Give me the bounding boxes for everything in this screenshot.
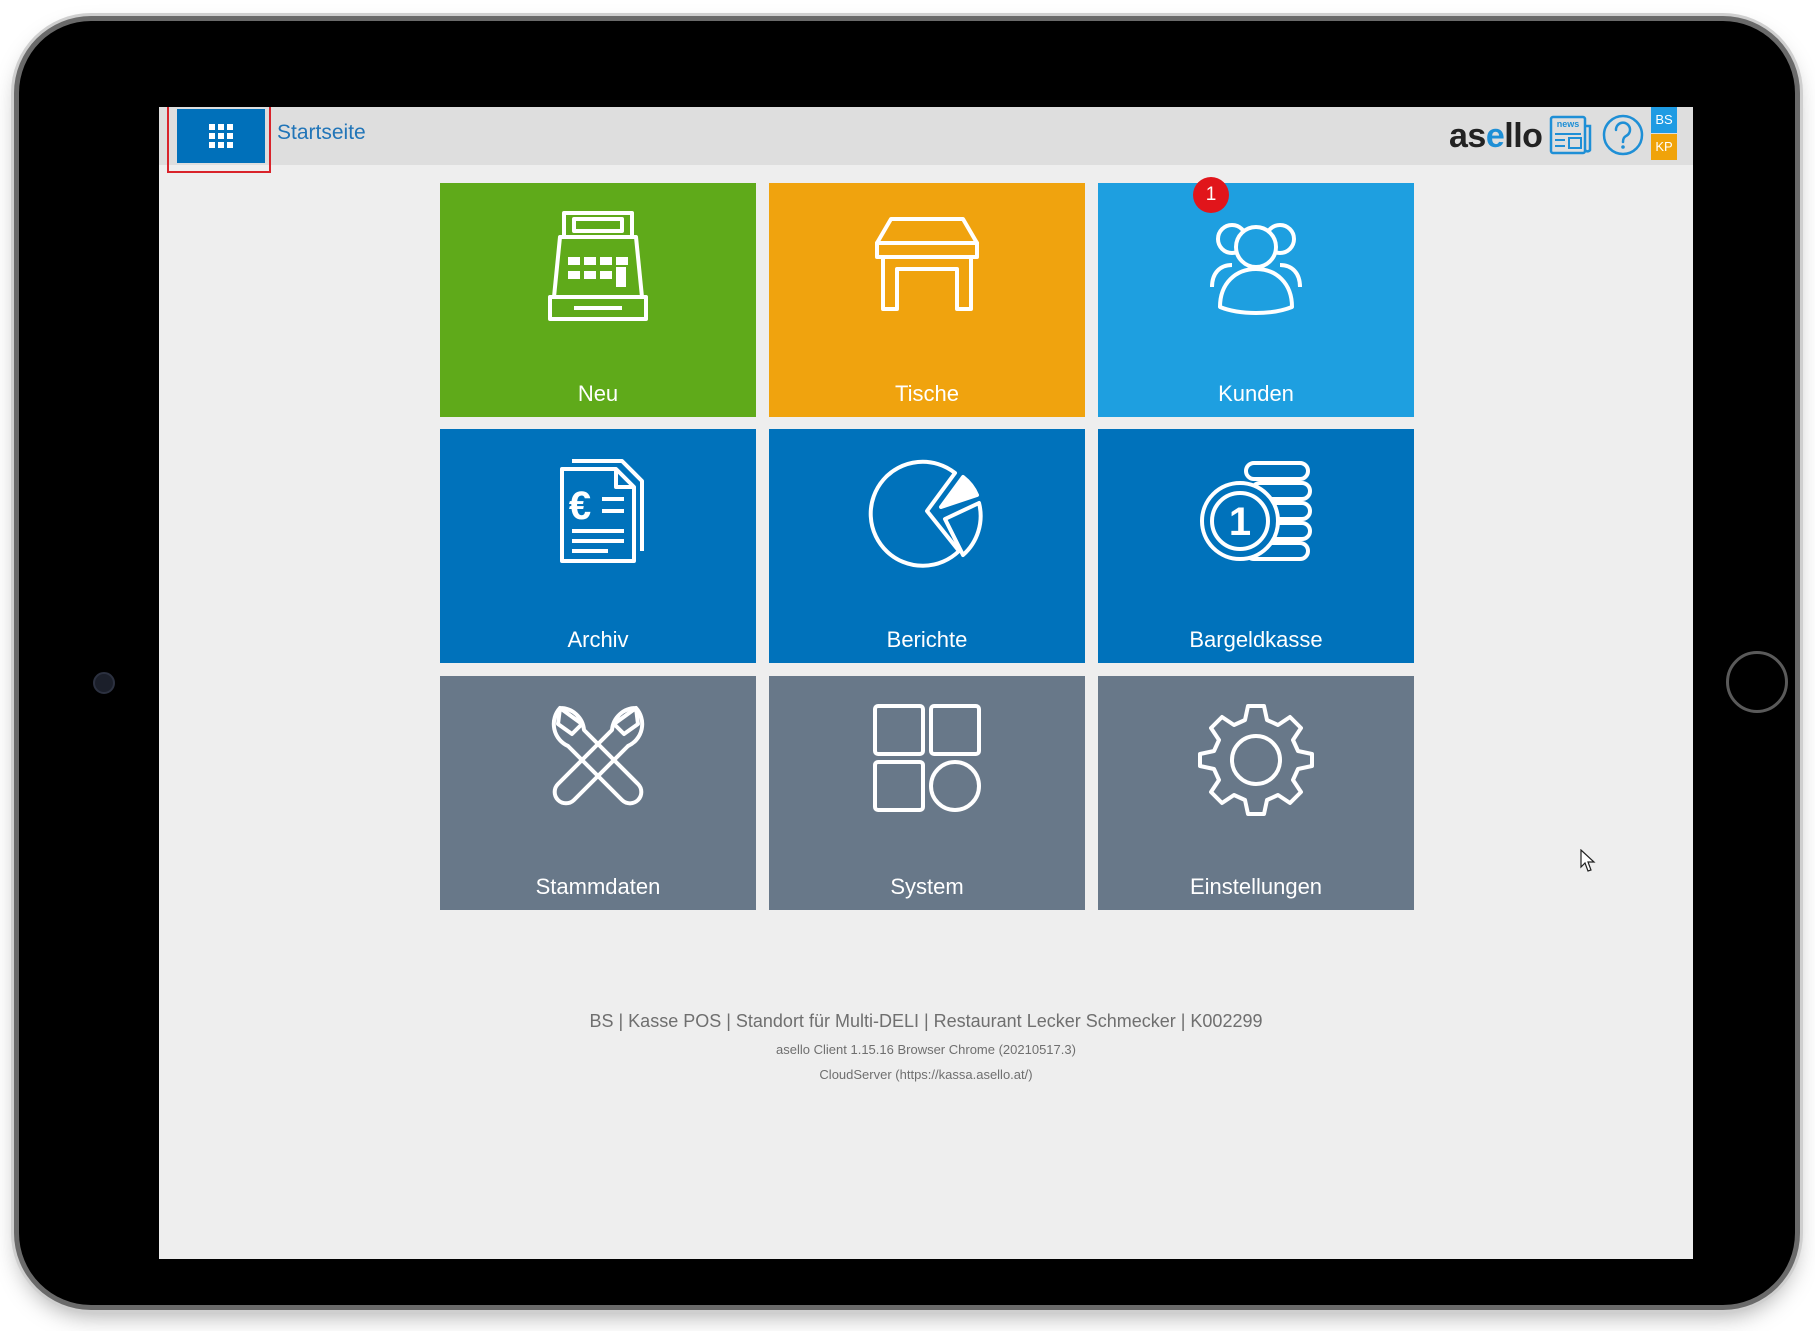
- table-icon: [875, 217, 979, 311]
- register-badge[interactable]: KP: [1651, 134, 1677, 160]
- footer-server: CloudServer (https://kassa.asello.at/): [819, 1067, 1033, 1082]
- coins-icon: 1: [1200, 461, 1312, 561]
- tile-label: Einstellungen: [1189, 874, 1323, 899]
- tile-label: Tische: [895, 381, 959, 406]
- brand-logo: asello: [1449, 117, 1543, 156]
- footer-info: BS | Kasse POS | Standort für Multi-DELI…: [589, 1011, 1263, 1031]
- tile-label: Archiv: [567, 627, 629, 652]
- tablet-frame: Startseite asello news BS KP Neu Tische …: [19, 21, 1795, 1305]
- tile-bargeldkasse[interactable]: 1 Bargeldkasse: [1098, 429, 1414, 663]
- tile-archiv[interactable]: € Archiv: [440, 429, 756, 663]
- tile-stammdaten[interactable]: Stammdaten: [440, 676, 756, 910]
- tile-system[interactable]: System: [769, 676, 1085, 910]
- svg-text:€: €: [569, 484, 591, 528]
- tile-label: System: [890, 874, 964, 899]
- cash-register-icon: [548, 211, 648, 321]
- tile-label: Bargeldkasse: [1189, 627, 1323, 652]
- help-icon[interactable]: [1601, 113, 1645, 157]
- invoice-archive-icon: €: [560, 459, 644, 563]
- tile-kunden[interactable]: Kunden: [1098, 183, 1414, 417]
- customers-icon: [1210, 223, 1302, 315]
- mouse-cursor-icon: [1580, 849, 1596, 872]
- home-button[interactable]: [1726, 651, 1788, 713]
- app-screen: Startseite asello news BS KP Neu Tische …: [159, 107, 1693, 1259]
- tables-notification-badge: 1: [1193, 177, 1229, 213]
- tile-tische[interactable]: Tische: [769, 183, 1085, 417]
- footer-version: asello Client 1.15.16 Browser Chrome (20…: [776, 1042, 1076, 1057]
- pie-chart-icon: [868, 459, 983, 568]
- svg-text:1: 1: [1229, 500, 1251, 544]
- tile-label: Kunden: [1218, 381, 1294, 406]
- brand-text-suffix: llo: [1504, 117, 1543, 155]
- tile-label: Neu: [577, 381, 619, 406]
- apps-grid-icon: [209, 124, 233, 148]
- brand-accent: e: [1485, 117, 1505, 155]
- tile-berichte[interactable]: Berichte: [769, 429, 1085, 663]
- system-grid-icon: [873, 704, 981, 812]
- svg-text:news: news: [1557, 119, 1580, 129]
- tile-label: Stammdaten: [535, 874, 661, 899]
- tools-icon: [551, 705, 645, 806]
- top-bar: Startseite asello news BS KP: [159, 107, 1693, 173]
- gear-icon: [1198, 704, 1314, 816]
- brand-text: as: [1449, 117, 1486, 155]
- apps-menu-button[interactable]: [177, 109, 265, 163]
- tile-neu[interactable]: Neu: [440, 183, 756, 417]
- breadcrumb[interactable]: Startseite: [277, 121, 366, 145]
- camera-lens: [93, 672, 115, 694]
- user-badge[interactable]: BS: [1651, 107, 1677, 133]
- news-icon[interactable]: news: [1549, 114, 1593, 156]
- tile-label: Berichte: [886, 627, 968, 652]
- tile-einstellungen[interactable]: Einstellungen: [1098, 676, 1414, 910]
